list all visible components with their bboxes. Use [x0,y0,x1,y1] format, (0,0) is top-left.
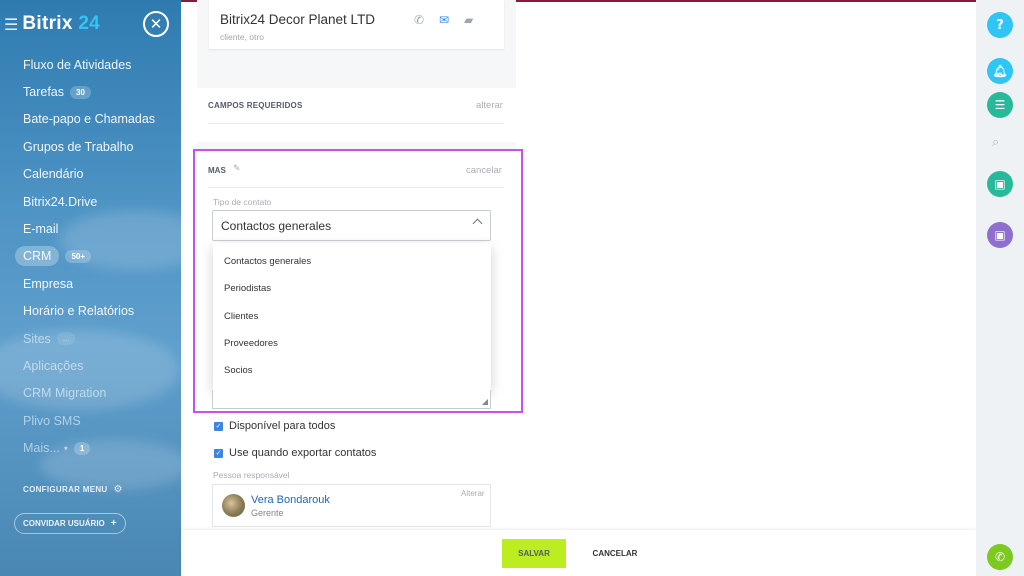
sidebar-item-crm-migration[interactable]: CRM Migration [0,380,181,407]
company-name: Bitrix24 Decor Planet LTD [220,12,376,27]
messenger-icon[interactable]: ☰ [987,92,1013,118]
available-all-label: Disponível para todos [229,420,336,432]
sidebar-item-calendario[interactable]: Calendário [0,161,181,188]
sidebar-menu: Fluxo de Atividades Tarefas 30 Bate-papo … [0,51,181,462]
checkbox-checked[interactable]: ✓ [214,448,223,458]
sidebar-item-sites[interactable]: Sites... [0,325,181,352]
available-all-checkbox-row[interactable]: ✓ Disponível para todos [214,420,335,432]
responsible-card: Vera Bondarouk Gerente Alterar [212,484,491,527]
responsible-role: Gerente [251,508,284,518]
sidebar-item-tarefas[interactable]: Tarefas 30 [0,78,181,105]
gear-icon: ⚙ [113,484,123,495]
export-checkbox-row[interactable]: ✓ Use quando exportar contatos [214,447,376,459]
phone-icon[interactable]: ✆ [987,544,1013,570]
count-badge: 30 [70,85,91,99]
chevron-down-icon: ▾ [63,443,68,453]
lock-icon[interactable]: ▣ [987,171,1013,197]
responsible-name[interactable]: Vera Bondarouk [251,494,330,506]
chat-icon[interactable]: ▰ [464,13,473,27]
email-icon[interactable]: ✉ [439,13,449,27]
responsible-alter-link[interactable]: Alterar [461,489,485,498]
required-fields-section [197,88,516,142]
count-badge: 1 [73,441,91,455]
sidebar-item-email[interactable]: E-mail [0,215,181,242]
invite-user-button[interactable]: CONVIDAR USUÁRIO + [14,513,126,534]
lock-icon[interactable]: ▣ [987,222,1013,248]
count-badge: ... [56,332,76,346]
responsible-label: Pessoa responsável [213,470,290,480]
cancel-button[interactable]: CANCELAR [583,539,647,568]
company-card[interactable]: Bitrix24 Decor Planet LTD cliente, otro … [209,0,504,49]
configure-menu-link[interactable]: CONFIGURAR MENU ⚙ [23,484,123,495]
company-subtitle: cliente, otro [220,32,264,42]
right-toolbar [976,0,1024,576]
highlight-frame [193,149,523,413]
sidebar-item-aplicacoes[interactable]: Aplicações [0,352,181,379]
sidebar-item-empresa[interactable]: Empresa [0,270,181,297]
sidebar: ☰ Bitrix 24 ✕ Fluxo de Atividades Tarefa… [0,0,181,576]
sidebar-item-crm[interactable]: CRM 50+ [0,243,181,270]
checkbox-checked[interactable]: ✓ [214,421,223,431]
count-badge: 50+ [65,249,92,263]
search-icon[interactable]: ⌕ [992,135,999,150]
required-fields-title: CAMPOS REQUERIDOS [208,101,303,110]
phone-icon[interactable]: ✆ [414,13,424,27]
export-label: Use quando exportar contatos [229,447,377,459]
sidebar-item-horario[interactable]: Horário e Relatórios [0,298,181,325]
save-button[interactable]: SALVAR [502,539,566,568]
sidebar-item-fluxo[interactable]: Fluxo de Atividades [0,51,181,78]
sidebar-item-drive[interactable]: Bitrix24.Drive [0,188,181,215]
sidebar-item-plivo[interactable]: Plivo SMS [0,407,181,434]
close-icon[interactable]: ✕ [143,11,169,37]
bell-icon[interactable]: 🔔︎ [987,58,1013,84]
footer-bar [181,530,976,576]
help-icon[interactable]: ? [987,12,1013,38]
divider [208,123,504,124]
sidebar-item-mais[interactable]: Mais... ▾ 1 [0,434,181,461]
logo[interactable]: Bitrix 24 [22,13,100,35]
avatar[interactable] [222,494,245,517]
hamburger-icon[interactable]: ☰ [4,15,18,34]
sidebar-item-chat[interactable]: Bate-papo e Chamadas [0,106,181,133]
sidebar-item-grupos[interactable]: Grupos de Trabalho [0,133,181,160]
required-fields-alter-link[interactable]: alterar [476,100,503,111]
plus-icon: + [110,518,117,529]
